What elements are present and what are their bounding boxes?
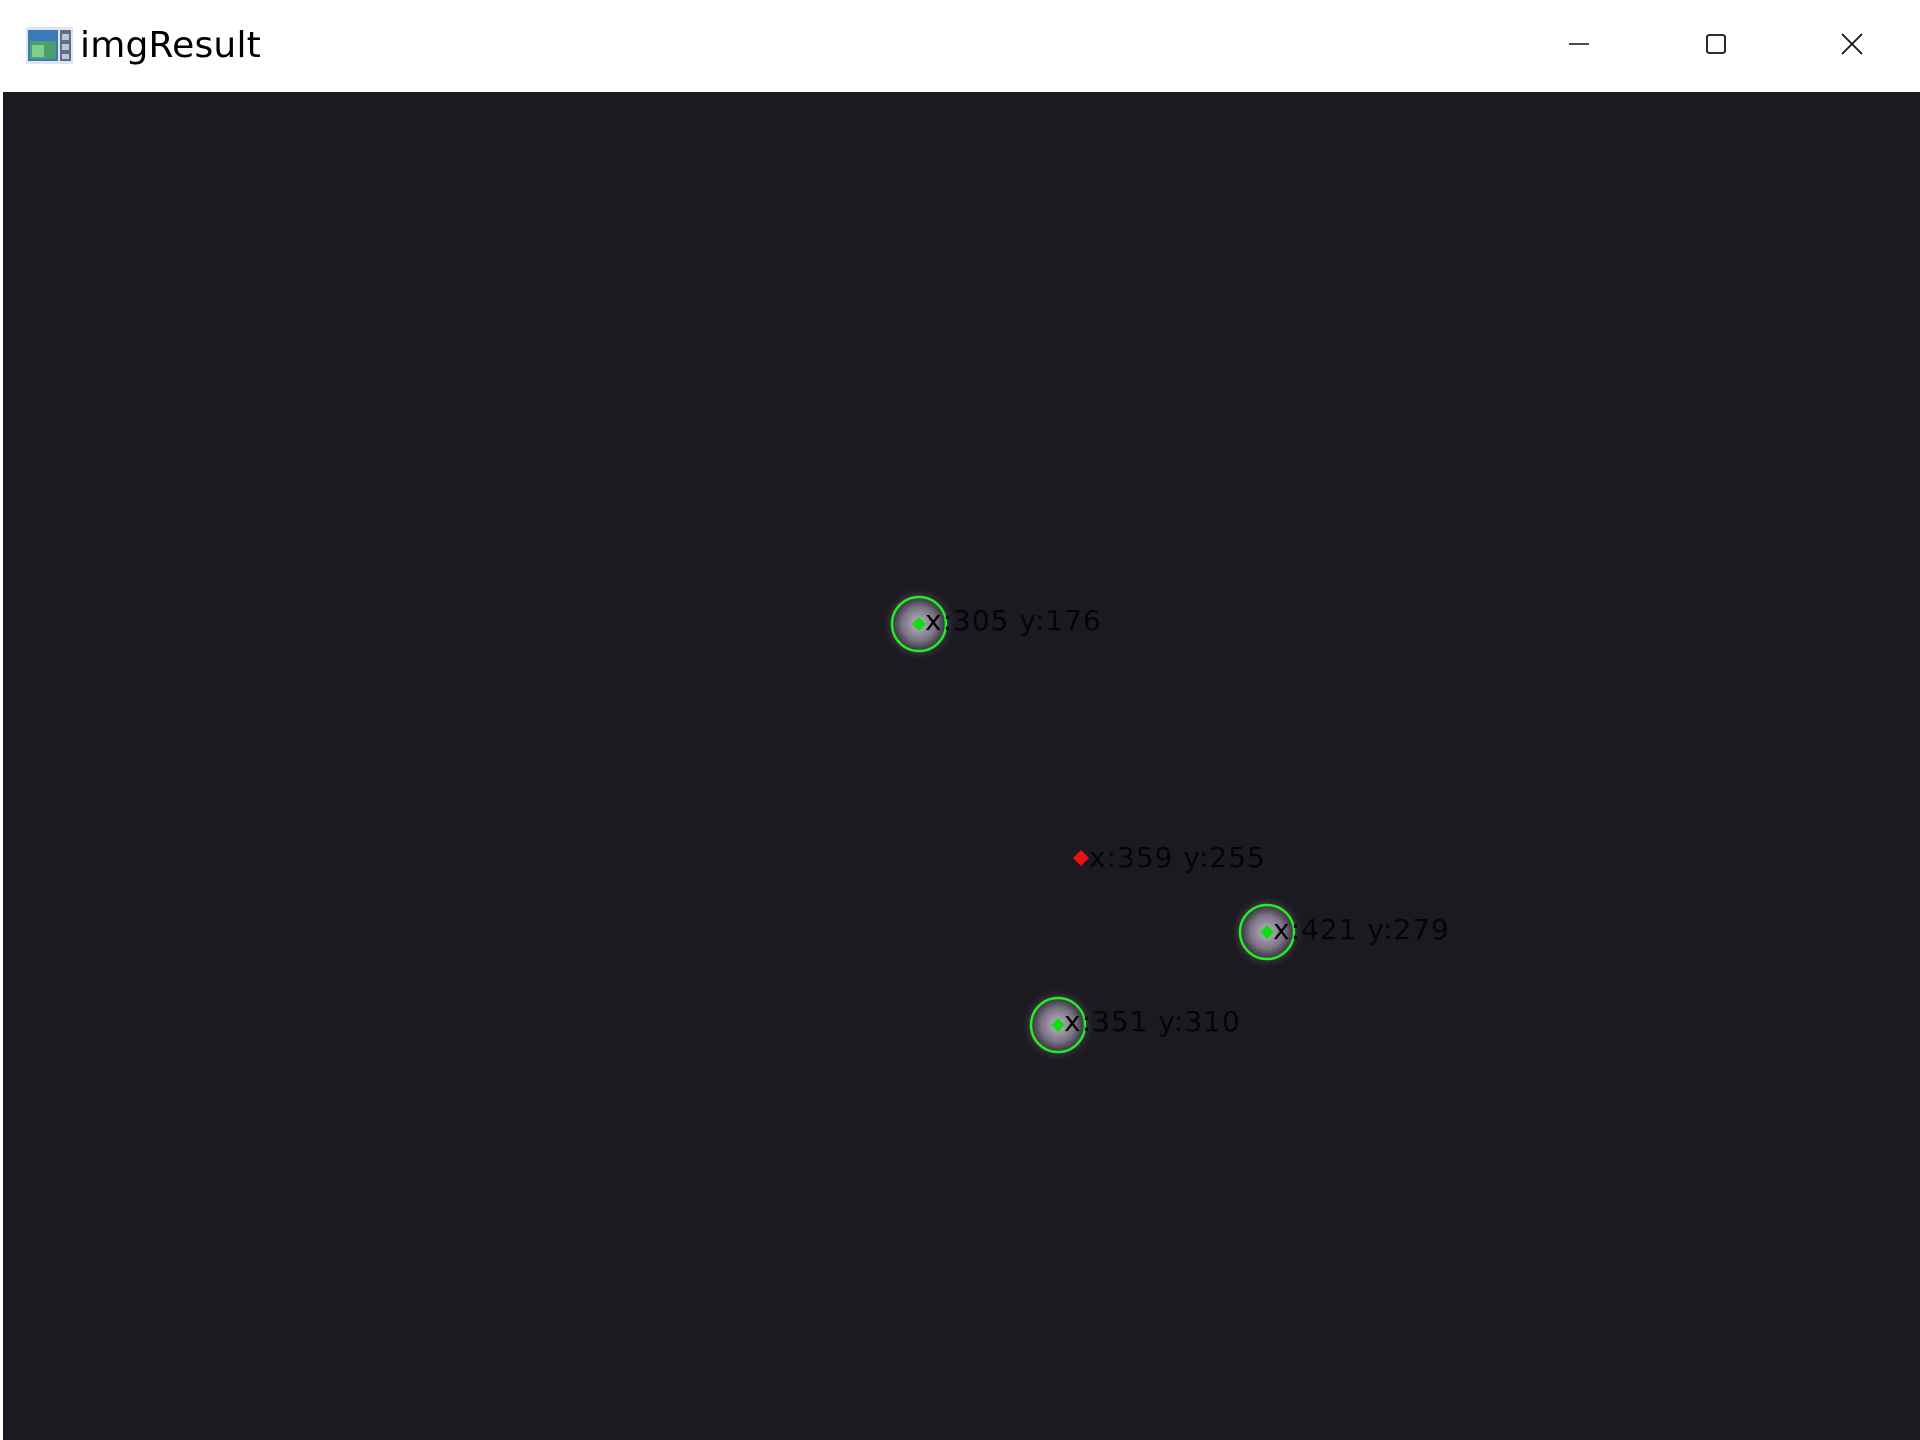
detected-spot: x:351 y:310 xyxy=(1020,987,1241,1063)
maximize-icon xyxy=(1704,32,1728,60)
minimize-button[interactable] xyxy=(1510,0,1647,92)
minimize-icon xyxy=(1567,32,1591,60)
coordinate-label: x:421 y:279 xyxy=(1273,913,1450,946)
image-window: imgResult x:305 y:176 x:421 y:279 x:351 … xyxy=(0,0,1920,1440)
centroid-marker xyxy=(1073,850,1089,866)
centroid-label: x:359 y:255 xyxy=(1089,841,1266,874)
detected-spot: x:305 y:176 xyxy=(881,586,1102,662)
detected-spot: x:421 y:279 xyxy=(1229,894,1450,970)
title-bar[interactable]: imgResult xyxy=(0,0,1920,92)
maximize-button[interactable] xyxy=(1647,0,1784,92)
close-icon xyxy=(1839,31,1865,61)
close-button[interactable] xyxy=(1783,0,1920,92)
centroid-point: x:359 y:255 xyxy=(1073,841,1266,874)
window-title: imgResult xyxy=(80,25,261,66)
coordinate-label: x:305 y:176 xyxy=(925,604,1102,637)
image-canvas: x:305 y:176 x:421 y:279 x:351 y:310 x:35… xyxy=(3,92,1920,1440)
coordinate-label: x:351 y:310 xyxy=(1064,1005,1241,1038)
app-icon xyxy=(26,27,73,64)
